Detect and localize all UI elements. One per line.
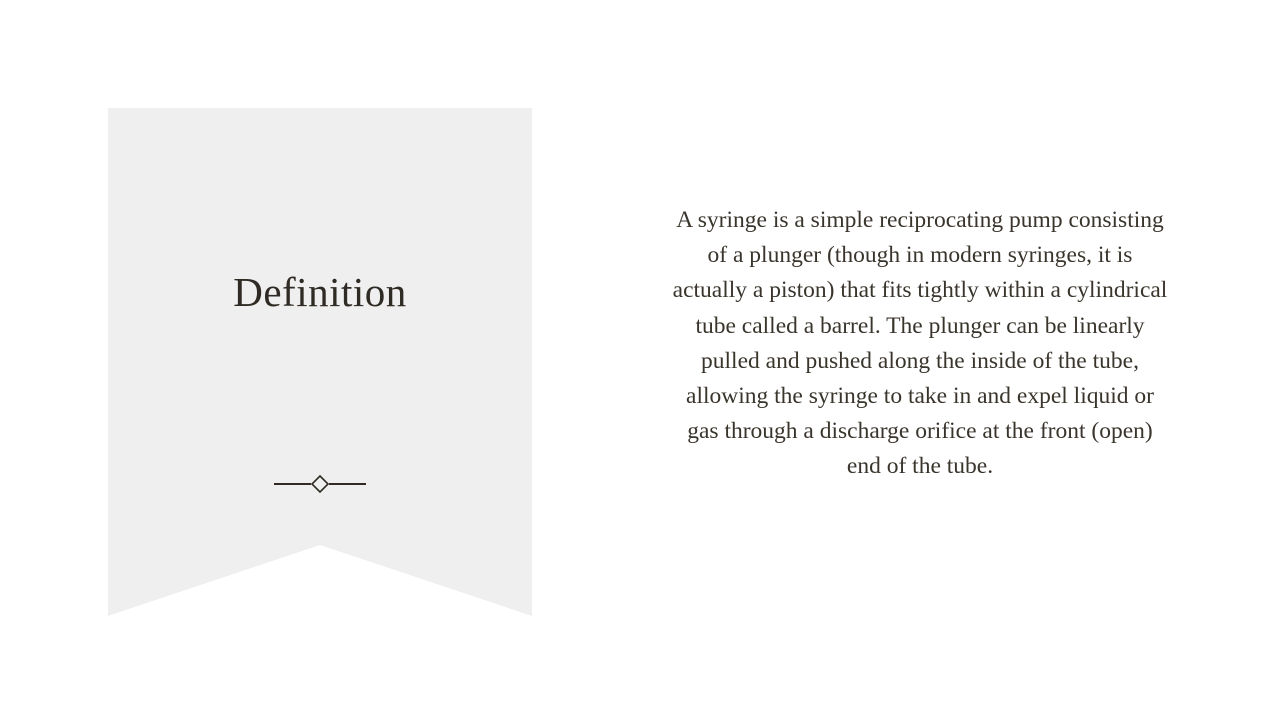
banner-background <box>108 108 532 616</box>
slide-title: Definition <box>233 269 407 315</box>
diamond-divider-icon <box>274 474 366 494</box>
definition-text: A syringe is a simple reciprocating pump… <box>672 207 1168 480</box>
slide: Definition A syringe is a simple recipro… <box>0 0 1280 720</box>
title-banner: Definition <box>108 108 532 616</box>
